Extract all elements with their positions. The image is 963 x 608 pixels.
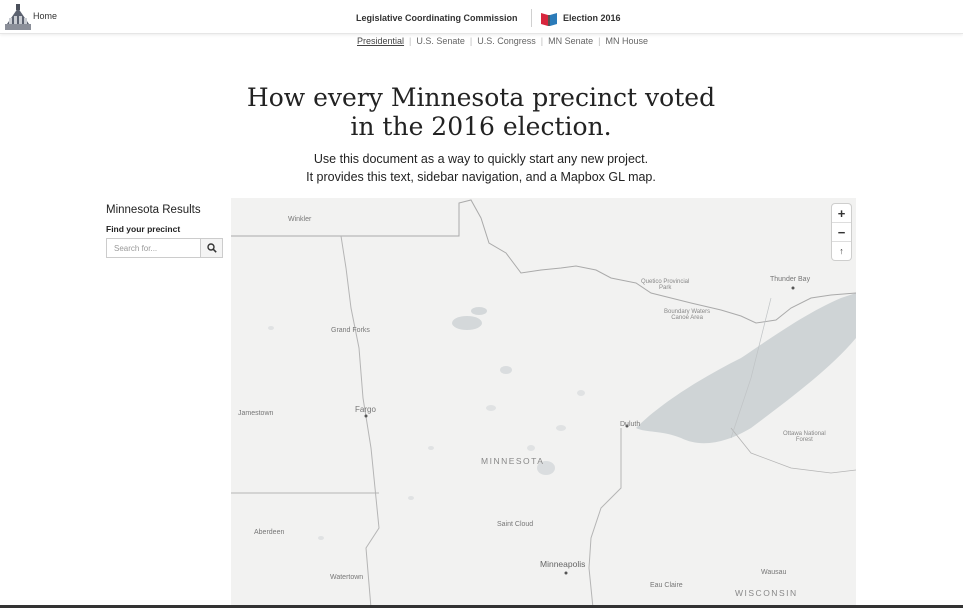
map-label-aberdeen: Aberdeen [254, 529, 285, 536]
base-map [231, 199, 856, 608]
tab-mn-house[interactable]: MN House [606, 36, 649, 46]
map-label-minneapolis: Minneapolis [540, 559, 586, 569]
nav-separator: | [540, 36, 544, 46]
map-label-saint-cloud: Saint Cloud [497, 521, 534, 528]
race-nav: Presidential | U.S. Senate | U.S. Congre… [357, 36, 648, 46]
title-line-2: in the 2016 election. [350, 112, 612, 141]
map-label-fargo: Fargo [355, 405, 376, 414]
map-label-thunder-bay: Thunder Bay [770, 276, 811, 283]
subtitle-line-1: Use this document as a way to quickly st… [313, 152, 649, 166]
map-label-quetico-line2: Park [659, 285, 672, 291]
map-label-grand-forks: Grand Forks [331, 327, 370, 334]
map-label-watertown: Watertown [330, 574, 364, 581]
nav-separator: | [598, 36, 601, 46]
capitol-logo-icon[interactable] [3, 2, 33, 32]
map-label-minnesota: MINNESOTA [481, 456, 545, 466]
sidebar-title: Minnesota Results [106, 204, 201, 216]
map-label-ottawa: Ottawa National Forest [783, 431, 826, 443]
org-title[interactable]: Legislative Coordinating Commission [356, 13, 518, 23]
map-canvas[interactable]: Winkler Grand Forks Jamestown Fargo Aber… [231, 198, 856, 608]
map-label-quetico: Quetico Provincial Park [641, 279, 689, 291]
tab-presidential[interactable]: Presidential [357, 36, 404, 46]
map-label-jamestown: Jamestown [238, 410, 274, 417]
subtitle-line-2: It provides this text, sidebar navigatio… [306, 170, 656, 184]
nav-separator: | [469, 36, 473, 46]
map-controls: + − ↑ [832, 204, 851, 260]
zoom-out-button[interactable]: − [832, 223, 851, 242]
nav-separator: | [409, 36, 412, 46]
map-label-duluth: Duluth [620, 421, 641, 428]
election-title[interactable]: Election 2016 [563, 13, 621, 23]
page-subtitle: Use this document as a way to quickly st… [230, 150, 732, 186]
zoom-in-button[interactable]: + [832, 204, 851, 223]
map-label-boundary-line2: Canoe Area [671, 315, 703, 321]
top-bar: Home Legislative Coordinating Commission… [0, 0, 963, 34]
map-label-boundary-waters: Boundary Waters Canoe Area [664, 309, 710, 321]
election-book-icon [541, 13, 557, 26]
tab-mn-senate[interactable]: MN Senate [548, 36, 593, 46]
search-icon [206, 243, 217, 253]
header-divider [531, 9, 532, 27]
find-precinct-label: Find your precinct [106, 224, 181, 234]
tab-us-congress[interactable]: U.S. Congress [477, 36, 536, 46]
map-label-wisconsin: WISCONSIN [735, 588, 798, 598]
map-label-ottawa-line2: Forest [795, 437, 813, 443]
page-title: How every Minnesota precinct voted in th… [230, 83, 732, 141]
map-label-wausau: Wausau [761, 569, 787, 576]
map-label-eau-claire: Eau Claire [650, 582, 683, 589]
search-input[interactable] [107, 239, 200, 257]
map-label-winkler: Winkler [288, 216, 312, 223]
tab-us-senate[interactable]: U.S. Senate [416, 36, 465, 46]
home-link[interactable]: Home [33, 11, 57, 21]
search-box [106, 238, 223, 258]
search-button[interactable] [200, 239, 222, 257]
title-line-1: How every Minnesota precinct voted [246, 83, 716, 112]
compass-button[interactable]: ↑ [832, 242, 851, 260]
